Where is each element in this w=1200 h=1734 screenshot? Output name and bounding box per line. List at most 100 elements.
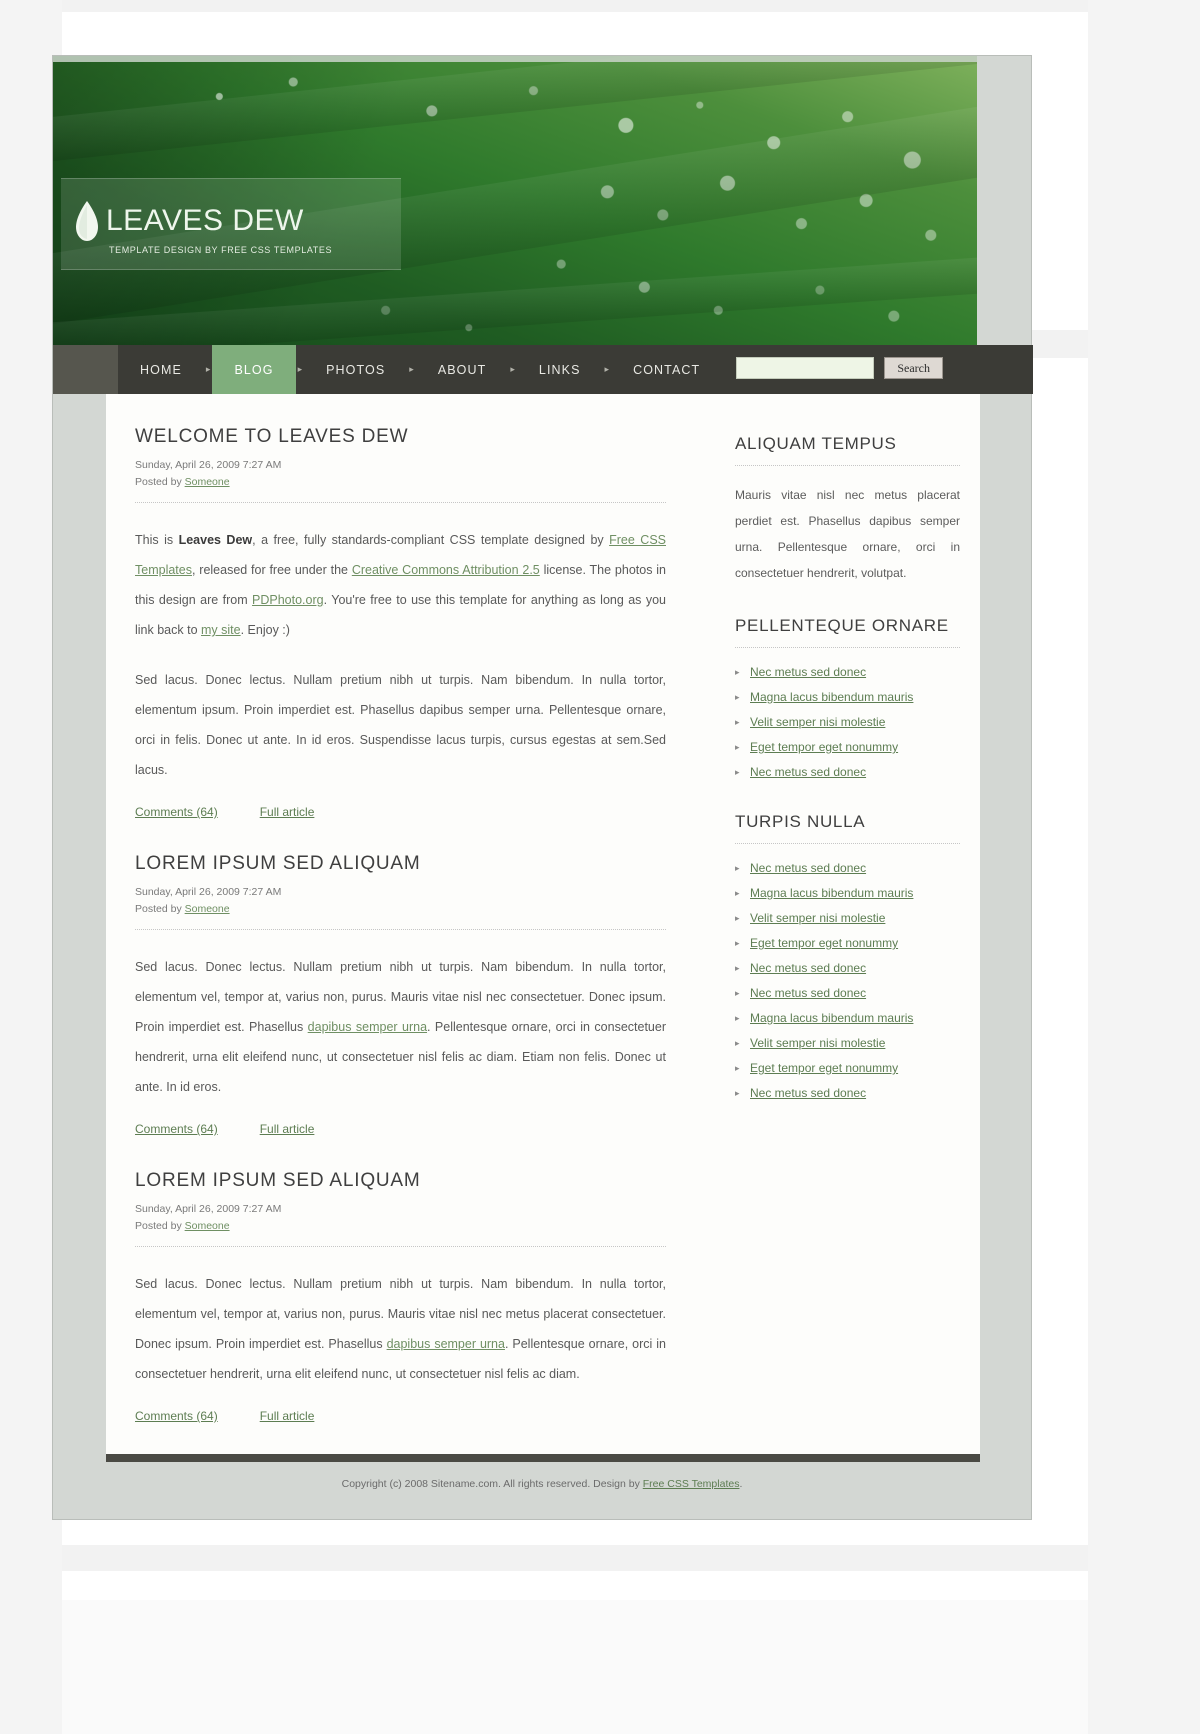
footer-link[interactable]: Free CSS Templates [643,1478,740,1490]
list-item: Nec metus sed donec [735,985,960,1001]
sidebar-column: ALIQUAM TEMPUS Mauris vitae nisl nec metu… [710,394,960,1133]
posts-column: WELCOME TO LEAVES DEW Sunday, April 26, 2… [106,394,696,1457]
nav-item-blog[interactable]: BLOG [212,345,296,394]
post-author-link[interactable]: Someone [185,476,230,488]
post-author-link[interactable]: Someone [185,903,230,915]
list-item: Eget tempor eget nonummy [735,935,960,951]
footer-text: Copyright (c) 2008 Sitename.com. All rig… [52,1478,1032,1490]
list-item: Velit semper nisi molestie [735,1035,960,1051]
nav-left-cap [53,345,118,394]
post-date: Sunday, April 26, 2009 7:27 AM [135,459,282,471]
sidebar-list-link[interactable]: Eget tempor eget nonummy [750,1061,898,1075]
list-item: Eget tempor eget nonummy [735,739,960,755]
full-article-link[interactable]: Full article [260,1122,315,1136]
sidebar-list-link[interactable]: Nec metus sed donec [750,1086,866,1100]
comments-link[interactable]: Comments (64) [135,805,218,819]
list-item: Eget tempor eget nonummy [735,1060,960,1076]
sidebar-list-link[interactable]: Velit semper nisi molestie [750,1036,885,1050]
sidebar-block: PELLENTEQUE ORNARE Nec metus sed donec Mag… [735,616,960,780]
sidebar-list-link[interactable]: Magna lacus bibendum mauris [750,690,913,704]
inline-text: Sed lacus. Donec lectus. Nullam pretium … [135,673,666,777]
sidebar-paragraph: Mauris vitae nisl nec metus placerat per… [735,488,960,580]
list-item: Magna lacus bibendum mauris [735,885,960,901]
footer-copyright: Copyright (c) 2008 Sitename.com. All rig… [341,1478,643,1490]
nav-separator-icon: ▸ [604,364,610,374]
list-item: Nec metus sed donec [735,764,960,780]
site-header: LEAVES DEW TEMPLATE DESIGN BY FREE CSS T… [53,56,977,345]
sidebar-list-link[interactable]: Velit semper nisi molestie [750,715,885,729]
post-links: Comments (64) Full article [135,805,666,819]
header-top-edge [53,56,977,62]
post-author-link[interactable]: Someone [185,1220,230,1232]
post-article: LOREM IPSUM SED ALIQUAM Sunday, April 26,… [135,1170,666,1423]
sidebar-list-link[interactable]: Nec metus sed donec [750,986,866,1000]
nav-separator-icon: ▸ [510,364,515,374]
nav-item-contact[interactable]: CONTACT [611,345,722,394]
post-divider [135,502,666,503]
post-paragraph: Sed lacus. Donec lectus. Nullam pretium … [135,1269,666,1389]
inline-link[interactable]: dapibus semper urna [387,1337,505,1351]
sidebar-list-link[interactable]: Nec metus sed donec [750,861,866,875]
list-item: Nec metus sed donec [735,860,960,876]
search-button[interactable]: Search [884,357,943,379]
post-links: Comments (64) Full article [135,1122,666,1136]
post-body: Sed lacus. Donec lectus. Nullam pretium … [135,952,666,1102]
post-paragraph: This is Leaves Dew, a free, fully standa… [135,525,666,645]
post-paragraph: Sed lacus. Donec lectus. Nullam pretium … [135,952,666,1102]
sidebar-list-link[interactable]: Nec metus sed donec [750,765,866,779]
post-body: This is Leaves Dew, a free, fully standa… [135,525,666,785]
list-item: Magna lacus bibendum mauris [735,689,960,705]
comments-link[interactable]: Comments (64) [135,1122,218,1136]
post-title: LOREM IPSUM SED ALIQUAM [135,853,421,874]
sidebar-list-link[interactable]: Eget tempor eget nonummy [750,936,898,950]
sidebar-divider [735,647,960,648]
search-input[interactable] [736,357,875,379]
sidebar-list-link[interactable]: Velit semper nisi molestie [750,911,885,925]
sidebar-list-link[interactable]: Nec metus sed donec [750,961,866,975]
post-article: LOREM IPSUM SED ALIQUAM Sunday, April 26,… [135,853,666,1136]
full-article-link[interactable]: Full article [260,1409,315,1423]
inline-link[interactable]: Creative Commons Attribution 2.5 [352,563,540,577]
footer-bar [106,1454,980,1462]
post-links: Comments (64) Full article [135,1409,666,1423]
sidebar-list-link[interactable]: Nec metus sed donec [750,665,866,679]
site-title: LEAVES DEW [106,204,304,237]
content-area: WELCOME TO LEAVES DEW Sunday, April 26, 2… [106,394,980,1454]
leaf-icon [76,201,98,241]
nav-item-photos[interactable]: PHOTOS [304,345,407,394]
list-item: Velit semper nisi molestie [735,714,960,730]
sidebar-list-link[interactable]: Magna lacus bibendum mauris [750,886,913,900]
inline-link[interactable]: my site [201,623,241,637]
post-article: WELCOME TO LEAVES DEW Sunday, April 26, 2… [135,426,666,819]
sidebar-list-link[interactable]: Eget tempor eget nonummy [750,740,898,754]
sidebar-block-title: ALIQUAM TEMPUS [735,434,897,453]
inline-text: . Enjoy :) [240,623,290,637]
nav-item-about[interactable]: ABOUT [416,345,509,394]
list-item: Nec metus sed donec [735,664,960,680]
nav-item-links[interactable]: LINKS [517,345,603,394]
bg-band [0,1600,1200,1734]
sidebar-list: Nec metus sed donec Magna lacus bibendum … [735,860,960,1101]
logo-block[interactable]: LEAVES DEW TEMPLATE DESIGN BY FREE CSS T… [61,178,401,270]
post-author-line: Posted by Someone [135,476,230,488]
nav-separator-icon: ▸ [297,364,303,374]
list-item: Magna lacus bibendum mauris [735,1010,960,1026]
post-body: Sed lacus. Donec lectus. Nullam pretium … [135,1269,666,1389]
list-item: Nec metus sed donec [735,1085,960,1101]
sidebar-list-link[interactable]: Magna lacus bibendum mauris [750,1011,913,1025]
post-author-line: Posted by Someone [135,903,230,915]
site-tagline: TEMPLATE DESIGN BY FREE CSS TEMPLATES [109,245,333,255]
full-article-link[interactable]: Full article [260,805,315,819]
post-title: LOREM IPSUM SED ALIQUAM [135,1170,421,1191]
post-divider [135,929,666,930]
sidebar-block-title: TURPIS NULLA [735,812,866,831]
nav-separator-icon: ▸ [409,364,414,374]
comments-link[interactable]: Comments (64) [135,1409,218,1423]
post-author-line: Posted by Someone [135,1220,230,1232]
inline-link[interactable]: dapibus semper urna [308,1020,427,1034]
sidebar-block-title: PELLENTEQUE ORNARE [735,616,949,635]
bg-band [0,1545,1200,1571]
main-navigation: HOME ▸ BLOG ▸ PHOTOS ▸ ABOUT ▸ LINKS ▸ CONTACT Sea… [53,345,1033,394]
nav-item-home[interactable]: HOME [118,345,204,394]
inline-link[interactable]: PDPhoto.org [252,593,324,607]
